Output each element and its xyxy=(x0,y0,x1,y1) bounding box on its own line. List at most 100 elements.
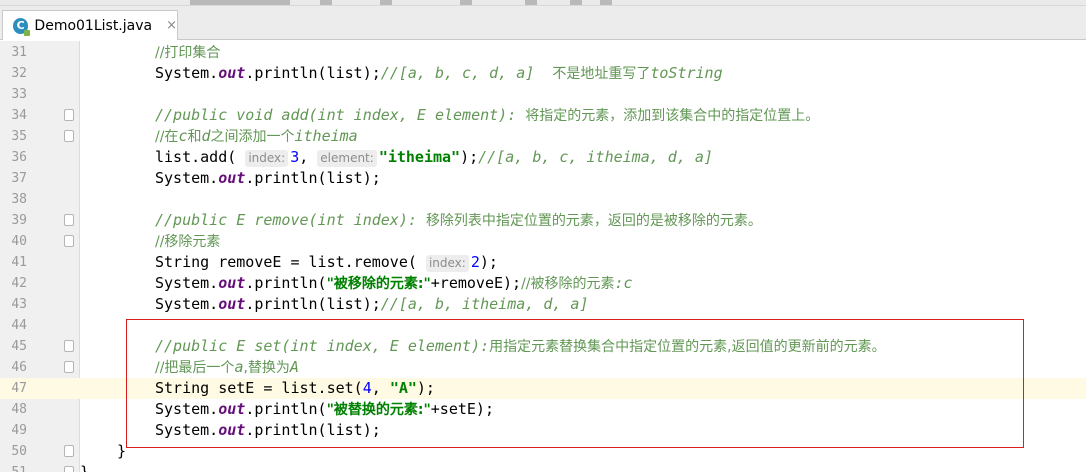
line-number: 43 xyxy=(11,297,27,312)
code-text: .println(list); xyxy=(245,295,381,313)
code-line: 35 //在c和d之间添加一个itheima xyxy=(0,126,1086,147)
string-literal: "itheima" xyxy=(378,148,461,166)
code-line: 51 } xyxy=(0,462,1086,472)
code-line: 39 //public E remove(int index): 移除列表中指定… xyxy=(0,210,1086,231)
string-literal: "被移除的元素:" xyxy=(326,276,431,292)
tab-title: Demo01List.java xyxy=(34,17,153,34)
line-number: 32 xyxy=(11,66,27,81)
number-literal: 2 xyxy=(470,253,480,271)
fold-marker-icon[interactable] xyxy=(64,235,74,247)
fold-marker-icon[interactable] xyxy=(64,466,74,472)
toolbar-icon[interactable] xyxy=(460,0,472,5)
comment: //被移除的元素 xyxy=(521,276,615,292)
comment: d xyxy=(201,127,211,145)
code-text: System. xyxy=(155,64,219,82)
code-line: 37 System.out.println(list); xyxy=(0,168,1086,189)
code-text: .println(list); xyxy=(245,169,381,187)
line-number: 51 xyxy=(0,462,27,472)
comment: 之间添加一个 xyxy=(210,129,295,145)
comment: //打印集合 xyxy=(155,45,221,61)
comment: //public void add(int index, E element): xyxy=(155,106,526,124)
code-text: list.add( xyxy=(155,148,246,166)
code-text: .println( xyxy=(245,274,327,292)
line-number: 36 xyxy=(11,150,27,165)
static-field: out xyxy=(218,169,246,187)
toolbar-run-config[interactable] xyxy=(190,0,290,5)
comment: 不是地址重写了 xyxy=(552,66,651,82)
comment: itheima xyxy=(294,127,358,145)
line-number: 39 xyxy=(11,213,27,228)
parameter-hint: index: xyxy=(425,255,469,272)
comment: //[a, b, c, d, a] xyxy=(380,64,553,82)
fold-marker-icon[interactable] xyxy=(64,130,74,142)
code-line: 42 System.out.println("被移除的元素:"+removeE)… xyxy=(0,273,1086,294)
fold-marker-icon[interactable] xyxy=(64,361,74,373)
closing-brace: } xyxy=(80,463,90,472)
code-text: .println(list); xyxy=(245,64,381,82)
line-number: 38 xyxy=(11,192,27,207)
line-number: 34 xyxy=(11,108,27,123)
line-number: 42 xyxy=(11,276,27,291)
code-text: +removeE); xyxy=(430,274,522,292)
code-text: String removeE = list.remove( xyxy=(155,253,426,271)
comment: 移除列表中指定位置的元素，返回的是被移除的元素。 xyxy=(425,213,762,229)
comment: //[a, b, c, itheima, d, a] xyxy=(478,148,713,166)
comment: 和 xyxy=(187,129,202,145)
line-number: 35 xyxy=(11,129,27,144)
parameter-hint: element: xyxy=(317,150,377,167)
code-line: 32 System.out.println(list);//[a, b, c, … xyxy=(0,63,1086,84)
code-line: 34 //public void add(int index, E elemen… xyxy=(0,105,1086,126)
tab-demo01list[interactable]: C Demo01List.java × xyxy=(2,10,178,40)
line-number: 49 xyxy=(11,423,27,438)
line-number: 37 xyxy=(11,171,27,186)
code-text: System. xyxy=(155,169,219,187)
line-number: 46 xyxy=(11,360,27,375)
static-field: out xyxy=(218,64,246,82)
comment: //public E remove(int index): xyxy=(155,211,426,229)
line-number: 33 xyxy=(11,87,27,102)
toolbar-icon[interactable] xyxy=(380,0,392,5)
comment: 将指定的元素，添加到该集合中的指定位置上。 xyxy=(525,108,820,124)
line-number: 45 xyxy=(11,339,27,354)
code-text: ); xyxy=(479,253,498,271)
toolbar-icon[interactable] xyxy=(525,0,537,5)
editor-tab-bar: C Demo01List.java × xyxy=(0,6,1086,40)
closing-brace: } xyxy=(117,442,127,460)
line-number: 50 xyxy=(11,444,27,459)
code-line: 38 xyxy=(0,189,1086,210)
code-line: 36 list.add( index: 3, element: "itheima")… xyxy=(0,147,1086,168)
line-number: 41 xyxy=(11,255,27,270)
code-line: 33 xyxy=(0,84,1086,105)
code-line: 41 String removeE = list.remove( index: 2… xyxy=(0,252,1086,273)
static-field: out xyxy=(218,295,246,313)
annotation-highlight-box xyxy=(126,319,1024,448)
line-number: 44 xyxy=(11,318,27,333)
code-text: System. xyxy=(155,295,219,313)
code-line: 31 //打印集合 xyxy=(0,42,1086,63)
code-text: System. xyxy=(155,274,219,292)
line-number: 31 xyxy=(11,45,27,60)
comment: //移除元素 xyxy=(155,234,221,250)
code-line: 40 //移除元素 xyxy=(0,231,1086,252)
toolbar-icon[interactable] xyxy=(320,0,332,5)
comment: //[a, b, itheima, d, a] xyxy=(380,295,589,313)
parameter-hint: index: xyxy=(245,150,289,167)
line-number: 47 xyxy=(11,381,27,396)
code-line: 43 System.out.println(list);//[a, b, ith… xyxy=(0,294,1086,315)
comment: :c xyxy=(614,274,633,292)
fold-marker-icon[interactable] xyxy=(64,340,74,352)
toolbar-icon[interactable] xyxy=(570,0,582,5)
fold-marker-icon[interactable] xyxy=(64,214,74,226)
line-number: 40 xyxy=(11,234,27,249)
fold-marker-icon[interactable] xyxy=(64,109,74,121)
comment: //在 xyxy=(155,129,179,145)
toolbar-icon[interactable] xyxy=(600,0,612,5)
line-number: 48 xyxy=(11,402,27,417)
fold-marker-icon[interactable] xyxy=(64,445,74,457)
java-class-icon: C xyxy=(13,17,31,36)
comment: toString xyxy=(650,64,723,82)
close-icon[interactable]: × xyxy=(166,18,177,33)
code-text: , xyxy=(299,148,318,166)
static-field: out xyxy=(218,274,246,292)
code-text: ); xyxy=(460,148,479,166)
